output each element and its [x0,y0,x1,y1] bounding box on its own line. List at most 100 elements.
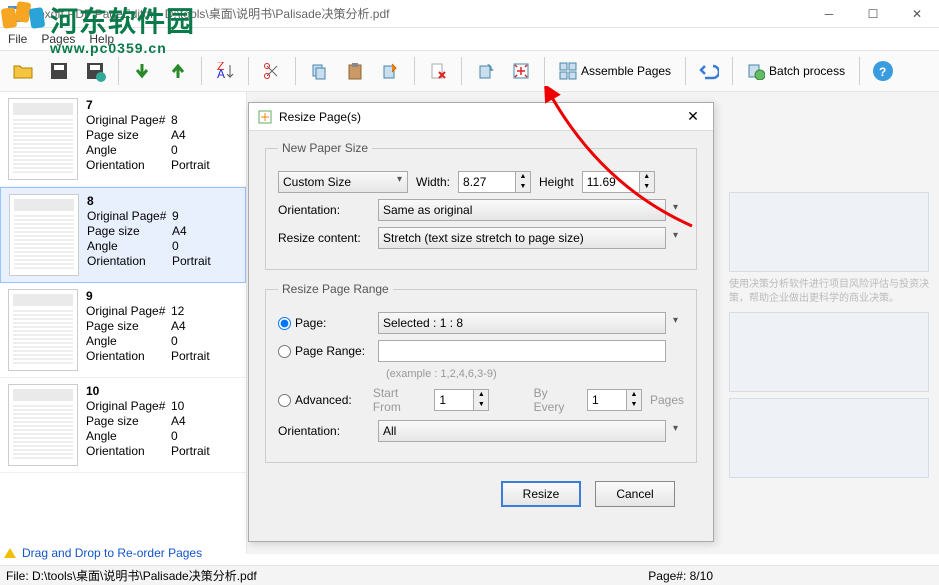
help-button[interactable]: ? [866,54,900,88]
height-input[interactable] [582,171,640,193]
page-item[interactable]: 10 Original Page#10 Page sizeA4 Angle0 O… [0,378,246,473]
copy-icon [310,62,328,80]
batch-icon [747,62,765,80]
copy-button[interactable] [302,54,336,88]
start-from-input[interactable] [434,389,474,411]
rotate-button[interactable] [468,54,502,88]
orientation-label: Orientation: [278,203,370,217]
undo-button[interactable] [692,54,726,88]
replace-icon [382,62,400,80]
page-meta: 7 Original Page#8 Page sizeA4 Angle0 Ori… [86,98,210,180]
delete-button[interactable] [421,54,455,88]
sort-button[interactable]: ZA [208,54,242,88]
page-meta: 10 Original Page#10 Page sizeA4 Angle0 O… [86,384,210,466]
save-as-button[interactable] [78,54,112,88]
scissors-icon [263,62,281,80]
width-label: Width: [416,175,450,189]
maximize-button[interactable]: ☐ [851,0,895,28]
by-every-input[interactable] [587,389,627,411]
folder-open-icon [12,60,34,82]
paste-icon [346,62,364,80]
batch-label: Batch process [769,64,845,78]
paste-button[interactable] [338,54,372,88]
open-button[interactable] [6,54,40,88]
assemble-label: Assemble Pages [581,64,671,78]
app-icon [8,6,24,22]
resize-page-range-group: Resize Page Range Page: Selected : 1 : 8… [265,282,697,463]
page-thumbnail[interactable] [8,384,78,466]
new-paper-size-group: New Paper Size Custom Size Width: ▲▼ Hei… [265,141,697,270]
advanced-radio[interactable]: Advanced: [278,393,365,407]
page-range-input[interactable] [378,340,666,362]
rotate-icon [475,61,495,81]
save-button[interactable] [42,54,76,88]
toolbar: ZA Assemble Pages Batch process ? [0,50,939,92]
warning-icon [4,548,16,558]
resize-content-select[interactable]: Stretch (text size stretch to page size) [378,227,666,249]
batch-process-button[interactable]: Batch process [739,54,853,88]
menu-bar: File Pages Help [0,28,939,50]
page-thumbnail[interactable] [9,194,79,276]
assemble-icon [559,62,577,80]
start-from-label: Start From [373,386,426,414]
status-file: File: D:\tools\桌面\说明书\Palisade决策分析.pdf [6,567,257,584]
page-item[interactable]: 7 Original Page#8 Page sizeA4 Angle0 Ori… [0,92,246,187]
resize-icon [511,61,531,81]
dialog-title: Resize Page(s) [279,110,361,124]
preview-column: 使用决策分析软件进行项目风险评估与投资决策，帮助企业做出更科学的商业决策。 [729,192,929,478]
window-title: Boxoft PDF PageEditor - D:\tools\桌面\说明书\… [30,5,389,22]
width-input[interactable] [458,171,516,193]
replace-button[interactable] [374,54,408,88]
orientation-select[interactable]: Same as original [378,199,666,221]
resize-content-label: Resize content: [278,231,370,245]
minimize-button[interactable]: ─ [807,0,851,28]
page-item[interactable]: 8 Original Page#9 Page sizeA4 Angle0 Ori… [0,187,246,283]
resize-page-button[interactable] [504,54,538,88]
menu-help[interactable]: Help [89,32,114,46]
page-range-radio[interactable]: Page Range: [278,344,370,358]
menu-pages[interactable]: Pages [41,32,75,46]
status-page: Page#: 8/10 [648,569,713,583]
pages-suffix: Pages [650,393,684,407]
page-thumbnail[interactable] [8,289,78,371]
page-thumbnail[interactable] [8,98,78,180]
by-every-label: By Every [534,386,579,414]
delete-page-icon [429,62,447,80]
width-spinner[interactable]: ▲▼ [516,171,531,193]
orientation2-label: Orientation: [278,424,370,438]
arrow-up-icon [169,62,187,80]
menu-file[interactable]: File [8,32,27,46]
sort-az-icon: ZA [216,62,234,80]
paper-size-select[interactable]: Custom Size [278,171,408,193]
height-label: Height [539,175,574,189]
assemble-pages-button[interactable]: Assemble Pages [551,54,679,88]
cut-button[interactable] [255,54,289,88]
save-as-icon [84,60,106,82]
height-spinner[interactable]: ▲▼ [640,171,655,193]
move-up-button[interactable] [161,54,195,88]
page-select[interactable]: Selected : 1 : 8 [378,312,666,334]
page-item[interactable]: 9 Original Page#12 Page sizeA4 Angle0 Or… [0,283,246,378]
resize-button[interactable]: Resize [501,481,581,507]
page-list-sidebar[interactable]: 7 Original Page#8 Page sizeA4 Angle0 Ori… [0,92,247,554]
page-radio[interactable]: Page: [278,316,370,330]
dialog-title-bar: Resize Page(s) ✕ [249,103,713,131]
drag-hint: Drag and Drop to Re-order Pages [4,543,202,563]
arrow-down-icon [133,62,151,80]
orientation2-select[interactable]: All [378,420,666,442]
resize-dialog-icon [257,109,273,125]
move-down-button[interactable] [125,54,159,88]
close-window-button[interactable]: ✕ [895,0,939,28]
svg-text:?: ? [879,65,886,79]
svg-text:A: A [217,67,225,80]
dialog-close-button[interactable]: ✕ [681,108,705,125]
help-icon: ? [872,60,894,82]
cancel-button[interactable]: Cancel [595,481,675,507]
undo-icon [699,62,719,80]
range-example: (example : 1,2,4,6,3-9) [386,368,497,380]
resize-dialog: Resize Page(s) ✕ New Paper Size Custom S… [248,102,714,542]
save-icon [48,60,70,82]
page-meta: 8 Original Page#9 Page sizeA4 Angle0 Ori… [87,194,211,276]
title-bar: Boxoft PDF PageEditor - D:\tools\桌面\说明书\… [0,0,939,28]
status-bar: File: D:\tools\桌面\说明书\Palisade决策分析.pdf P… [0,565,939,585]
